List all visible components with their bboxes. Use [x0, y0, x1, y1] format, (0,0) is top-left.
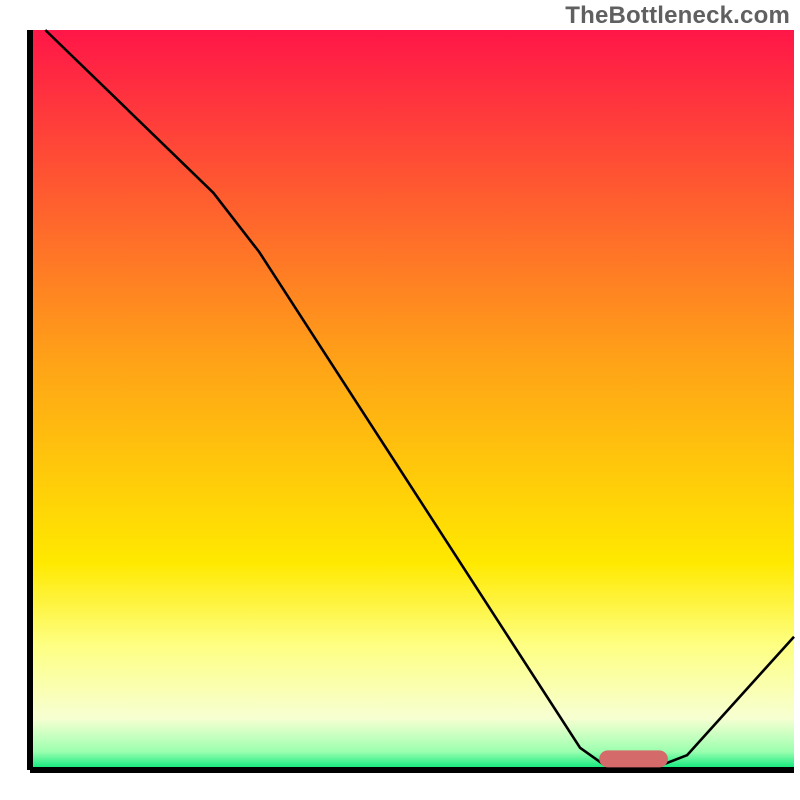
watermark-text: TheBottleneck.com — [565, 2, 790, 30]
optimal-marker — [599, 750, 668, 767]
gradient-background — [30, 30, 794, 770]
bottleneck-chart — [0, 0, 800, 800]
chart-container: TheBottleneck.com — [0, 0, 800, 800]
